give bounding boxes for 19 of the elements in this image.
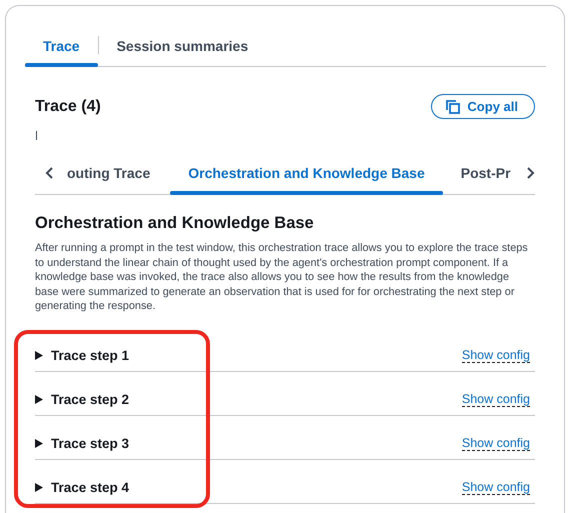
tab[interactable]: Session summaries — [98, 26, 266, 66]
trace-step-toggle[interactable]: Trace step 4 — [35, 480, 130, 494]
panel-title: Trace (4) — [35, 98, 101, 116]
trace-step-toggle[interactable]: Trace step 2 — [35, 392, 130, 406]
sub-tab[interactable]: outing Trace — [65, 152, 170, 194]
show-config-link[interactable]: Show config — [462, 480, 530, 494]
sub-tab[interactable]: Post-Pr — [442, 152, 515, 194]
copy-icon — [446, 100, 460, 114]
trace-step-toggle[interactable]: Trace step 1 — [35, 348, 130, 362]
show-config-link[interactable]: Show config — [462, 392, 530, 406]
copy-all-button[interactable]: Copy all — [431, 94, 535, 119]
section-description: After running a prompt in the test window, this orchestration trace allows you to explore the trace steps to understand the linear chain of thought used by the agent's orchestration prompt component. If a knowledge base was invoked, the trace also allows you to see how the results from the knowledge base were summarized to generate an observation that is used for for orchestrating the next step or generating the response. — [35, 241, 529, 314]
sub-tab[interactable]: Orchestration and Knowledge Base — [170, 152, 443, 194]
show-config-link[interactable]: Show config — [462, 348, 530, 362]
section-heading: Orchestration and Knowledge Base — [35, 214, 315, 233]
tab[interactable]: Trace — [25, 26, 98, 66]
text-cursor-icon — [36, 131, 37, 140]
show-config-link[interactable]: Show config — [462, 436, 530, 450]
trace-step-toggle[interactable]: Trace step 3 — [35, 436, 130, 450]
